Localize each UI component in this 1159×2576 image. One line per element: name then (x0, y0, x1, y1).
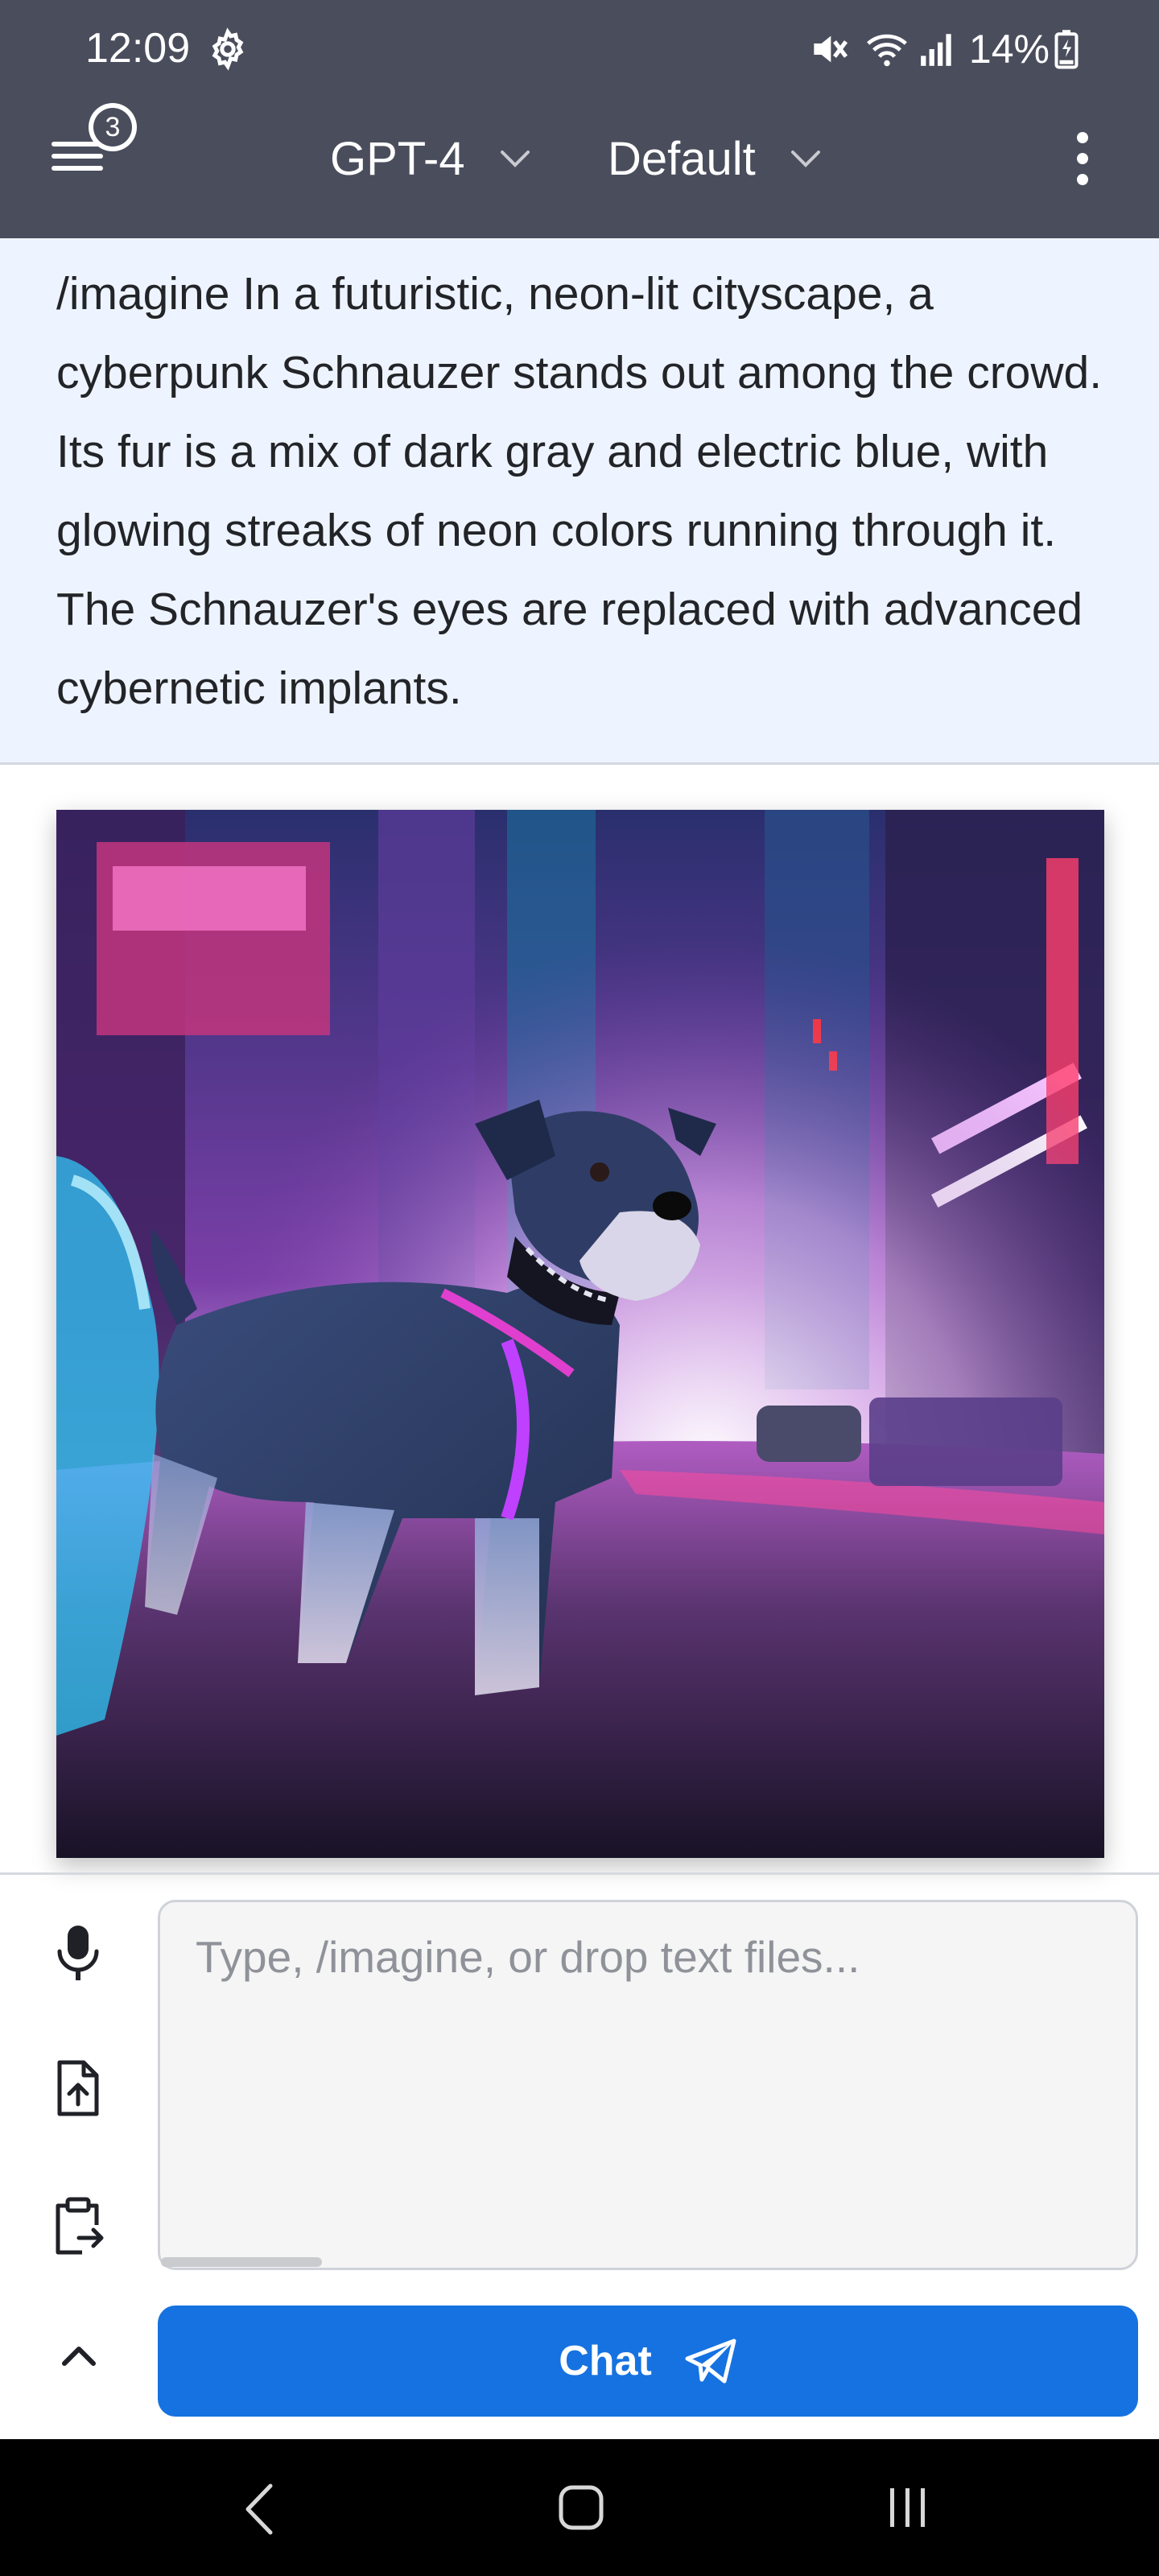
generated-image[interactable] (56, 810, 1104, 1858)
chevron-down-icon (790, 151, 820, 167)
back-icon[interactable] (241, 2481, 277, 2537)
model-select[interactable]: GPT-4 (330, 129, 531, 188)
system-navigation-bar (0, 2439, 1159, 2576)
menu-badge-count: 3 (93, 108, 132, 147)
signal-icon (921, 34, 951, 66)
chat-send-button[interactable]: Chat (158, 2306, 1138, 2417)
chat-button-label: Chat (559, 2338, 652, 2384)
more-vert-icon[interactable] (1062, 129, 1103, 188)
settings-gear-icon (212, 27, 244, 71)
file-upload-icon[interactable] (50, 2058, 106, 2119)
persona-select-label: Default (608, 132, 756, 185)
recents-icon[interactable] (884, 2483, 932, 2532)
menu-badge: 3 (89, 103, 137, 151)
model-select-label: GPT-4 (330, 132, 465, 185)
status-time: 12:09 (85, 25, 191, 72)
status-icons: 14% (806, 24, 1079, 74)
user-prompt-message: /imagine In a futuristic, neon-lit citys… (0, 238, 1159, 765)
battery-percent: 14% (968, 27, 1050, 72)
cyberpunk-schnauzer-image (56, 810, 1104, 1858)
prompt-text: /imagine In a futuristic, neon-lit citys… (56, 268, 1103, 714)
home-icon[interactable] (557, 2483, 605, 2532)
wifi-icon (867, 34, 907, 67)
app-header: 12:09 14% 3 GPT-4 Default (0, 0, 1159, 238)
composer-divider (0, 1872, 1159, 1875)
paste-clipboard-icon[interactable] (50, 2196, 106, 2257)
input-scrollbar[interactable] (161, 2257, 322, 2267)
chat-input[interactable] (158, 1900, 1138, 2270)
chevron-down-icon (500, 151, 530, 167)
chevron-up-icon[interactable] (60, 2343, 98, 2368)
persona-select[interactable]: Default (608, 129, 822, 188)
mute-icon (814, 35, 848, 63)
send-plane-icon (685, 2339, 736, 2384)
microphone-icon[interactable] (50, 1922, 106, 1984)
battery-icon (1054, 30, 1079, 69)
